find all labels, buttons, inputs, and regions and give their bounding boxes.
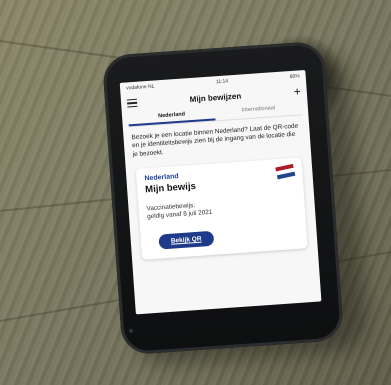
photo-scene: vodafone NL 11:14 66% Mijn bewijzen + Ne… — [0, 0, 391, 385]
menu-icon[interactable] — [126, 98, 138, 108]
phone-sensor — [128, 328, 134, 333]
carrier-label: vodafone NL — [125, 83, 155, 92]
battery-label: 66% — [289, 73, 300, 81]
page-title: Mijn bewijzen — [189, 90, 242, 104]
smartphone: vodafone NL 11:14 66% Mijn bewijzen + Ne… — [101, 40, 345, 356]
time-label: 11:14 — [215, 78, 229, 86]
phone-screen: vodafone NL 11:14 66% Mijn bewijzen + Ne… — [119, 69, 322, 315]
plus-icon[interactable]: + — [293, 84, 301, 98]
view-qr-button[interactable]: Bekijk QR — [158, 230, 215, 250]
certificate-card: Nederland Mijn bewijs Vaccinatiebewijs: … — [135, 157, 308, 261]
card-detail: Vaccinatiebewijs: geldig vanaf 8 juli 20… — [146, 195, 297, 221]
